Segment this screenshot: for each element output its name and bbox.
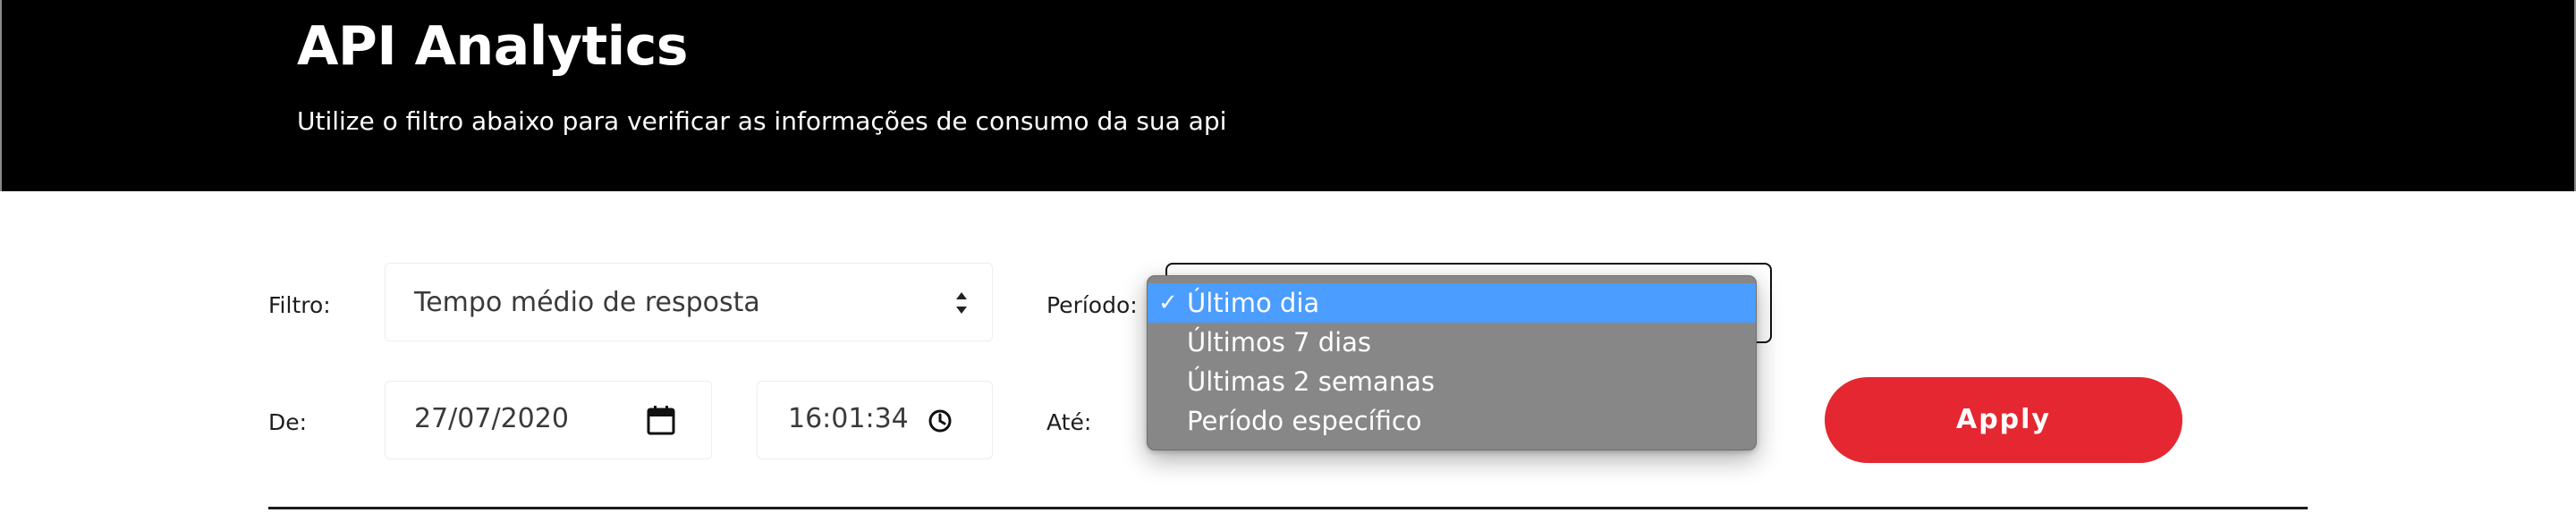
from-time-value: 16:01:34 xyxy=(788,403,909,434)
section-divider xyxy=(268,507,2308,509)
clock-icon[interactable] xyxy=(928,408,953,433)
period-option-last-day[interactable]: ✓ Último dia xyxy=(1148,283,1756,323)
period-option-label: Último dia xyxy=(1187,288,1320,318)
from-date-value: 27/07/2020 xyxy=(414,403,569,434)
filter-label: Filtro: xyxy=(268,292,331,318)
filter-select-value: Tempo médio de resposta xyxy=(414,287,760,318)
to-label: Até: xyxy=(1046,409,1092,435)
period-option-label: Últimos 7 dias xyxy=(1187,327,1372,357)
header-banner: API Analytics Utilize o filtro abaixo pa… xyxy=(0,0,2576,191)
page-title: API Analytics xyxy=(297,15,688,78)
period-dropdown-menu: ✓ Último dia Últimos 7 dias Últimas 2 se… xyxy=(1147,275,1757,450)
select-arrows-icon xyxy=(956,292,967,314)
period-option-last-7-days[interactable]: Últimos 7 dias xyxy=(1148,323,1756,362)
from-date-input[interactable]: 27/07/2020 xyxy=(385,381,712,459)
period-option-last-2-weeks[interactable]: Últimas 2 semanas xyxy=(1148,362,1756,401)
checkmark-icon: ✓ xyxy=(1158,290,1178,316)
page-subtitle: Utilize o filtro abaixo para verificar a… xyxy=(297,106,1227,136)
calendar-icon[interactable] xyxy=(647,405,675,435)
apply-button[interactable]: Apply xyxy=(1825,377,2182,463)
from-time-input[interactable]: 16:01:34 xyxy=(757,381,993,459)
period-label: Período: xyxy=(1046,292,1138,318)
period-option-specific[interactable]: Período específico xyxy=(1148,401,1756,441)
filter-select[interactable]: Tempo médio de resposta xyxy=(385,263,993,341)
from-label: De: xyxy=(268,409,308,435)
period-option-label: Período específico xyxy=(1187,406,1422,436)
period-option-label: Últimas 2 semanas xyxy=(1187,366,1435,397)
